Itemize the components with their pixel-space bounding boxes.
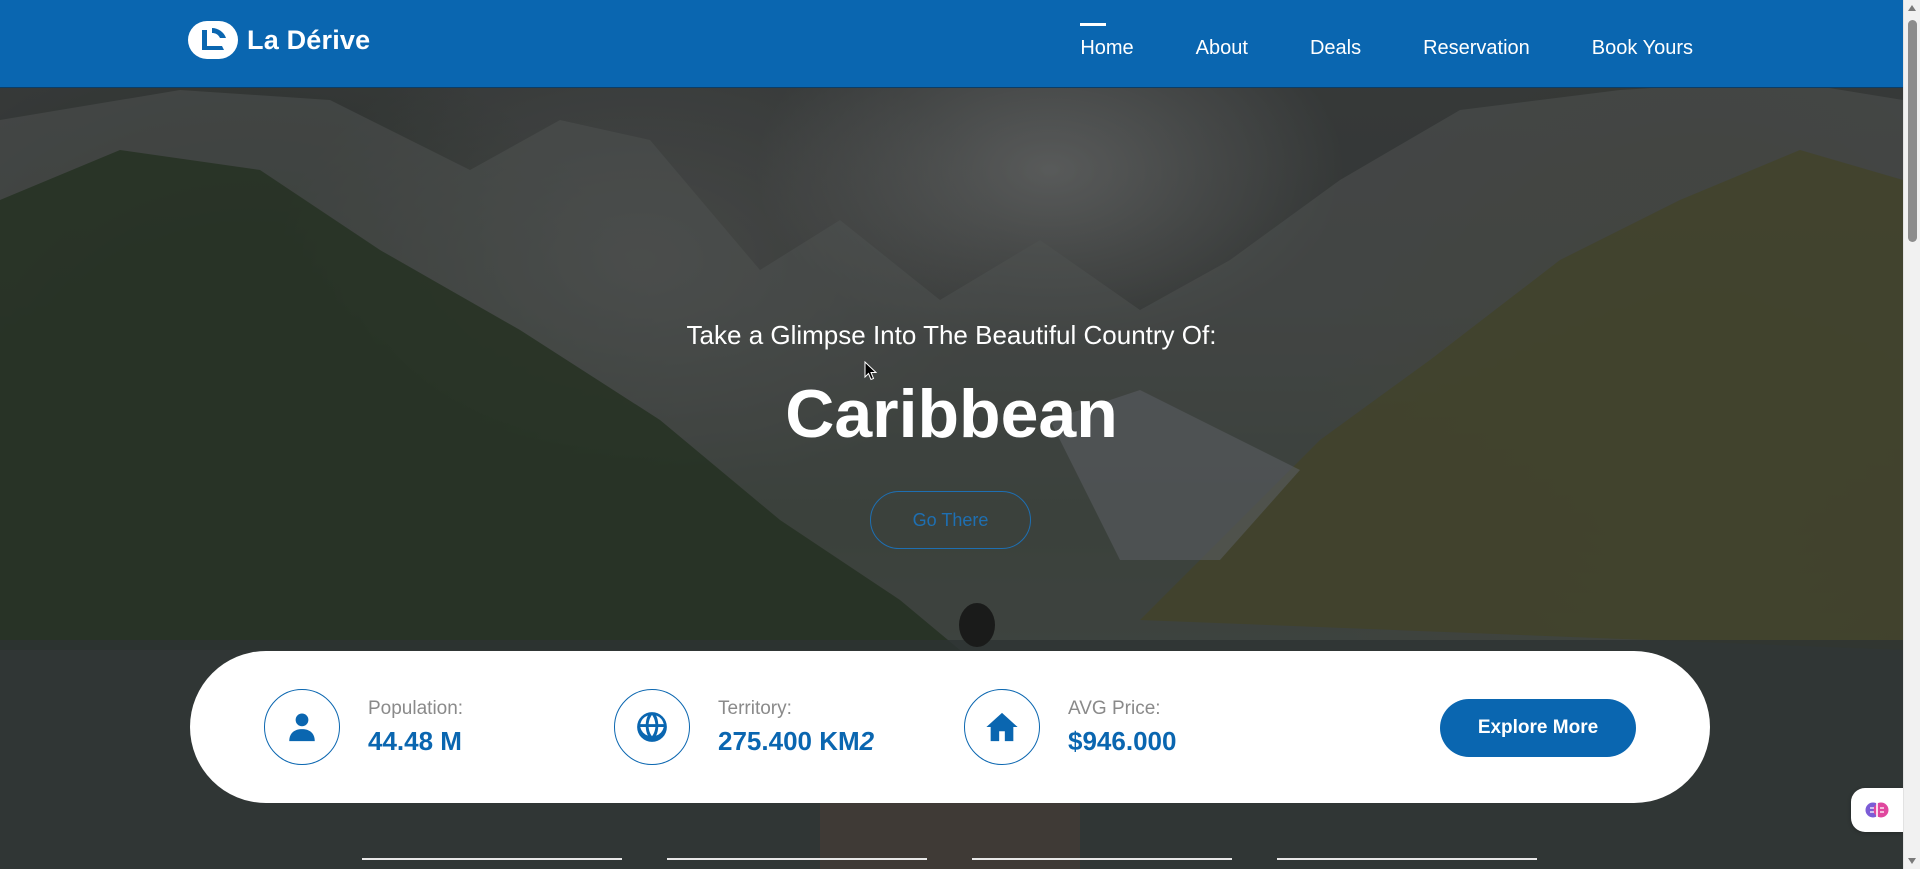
section-tab-line	[362, 858, 622, 860]
stat-label: AVG Price:	[1068, 697, 1161, 719]
nav-book-yours[interactable]: Book Yours	[1592, 29, 1693, 60]
hero-title: Caribbean	[785, 376, 1118, 452]
stat-value: 275.400 KM2	[718, 726, 874, 757]
nav-reservation[interactable]: Reservation	[1423, 29, 1530, 60]
page-scrollbar[interactable]	[1903, 0, 1920, 869]
logo-icon	[188, 21, 238, 59]
brand-logo[interactable]: La Dérive	[188, 20, 370, 60]
stat-value: $946.000	[1068, 725, 1177, 756]
house-icon	[964, 689, 1040, 765]
territory-unit-exponent: 2	[859, 725, 875, 756]
mouse-cursor-icon	[864, 361, 878, 381]
user-icon	[264, 689, 340, 765]
stat-value: 44.48 M	[368, 725, 462, 756]
stat-label: Population:	[368, 697, 464, 719]
stat-population: Population: 44.48 M	[264, 689, 463, 765]
section-tab-line	[1277, 858, 1537, 860]
hero-subtitle: Take a Glimpse Into The Beautiful Countr…	[686, 320, 1217, 350]
main-nav: Home About Deals Reservation Book Yours	[1080, 0, 1693, 88]
nav-home[interactable]: Home	[1080, 22, 1134, 60]
territory-value: 275.400 KM	[718, 725, 860, 756]
stat-avg-price: AVG Price: $946.000	[964, 689, 1176, 765]
nav-deals[interactable]: Deals	[1310, 29, 1361, 60]
country-stats-card: Population: 44.48 M Territory: 275.400 K…	[190, 651, 1710, 803]
top-navbar: La Dérive Home About Deals Reservation B…	[0, 0, 1903, 88]
scroll-thumb[interactable]	[1908, 20, 1917, 242]
stat-territory: Territory: 275.400 KM2	[614, 689, 874, 765]
scroll-up-icon[interactable]	[1908, 5, 1916, 11]
section-tab-line	[667, 858, 927, 860]
stat-label: Territory:	[718, 697, 792, 719]
nav-about[interactable]: About	[1196, 29, 1248, 60]
go-there-button[interactable]: Go There	[870, 491, 1031, 549]
scroll-down-icon[interactable]	[1908, 858, 1916, 864]
brand-name: La Dérive	[247, 24, 371, 55]
brain-icon	[1865, 802, 1889, 818]
section-tab-line	[972, 858, 1232, 860]
globe-icon	[614, 689, 690, 765]
explore-more-button[interactable]: Explore More	[1440, 699, 1636, 757]
assistant-widget-button[interactable]	[1851, 788, 1903, 832]
